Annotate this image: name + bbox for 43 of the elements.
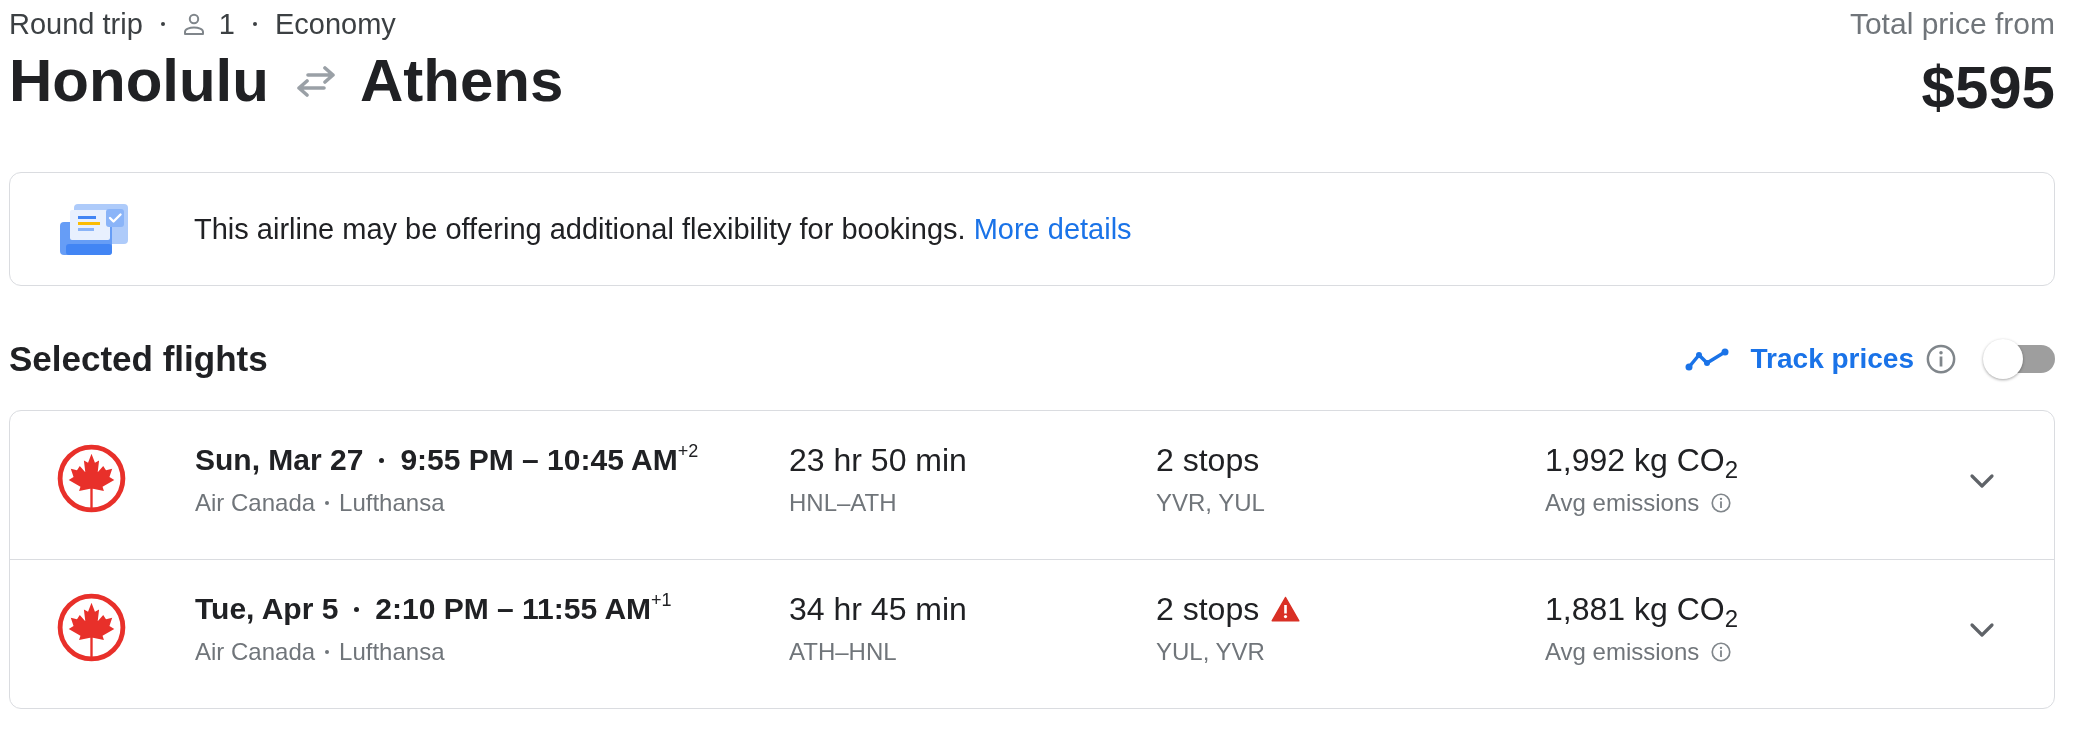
- maple-leaf-icon: [57, 444, 126, 513]
- departure-date: Sun, Mar 27: [195, 442, 364, 478]
- cards-check-icon: [60, 203, 128, 255]
- emissions-label: Avg emissions: [1545, 488, 1700, 518]
- airline-name: Lufthansa: [339, 488, 445, 518]
- notice-text: This airline may be offering additional flexibility for bookings. More details: [194, 212, 1132, 247]
- flight-route: HNL–ATH: [789, 488, 897, 518]
- info-icon[interactable]: [1926, 344, 1956, 374]
- track-prices-switch[interactable]: [1983, 339, 2055, 379]
- total-price: $595: [1921, 56, 2055, 120]
- layover-airports: YUL, YVR: [1156, 637, 1265, 667]
- chevron-down-icon[interactable]: [1969, 622, 1995, 639]
- airline-name: Air Canada: [195, 637, 316, 667]
- airline-name: Lufthansa: [339, 637, 445, 667]
- flight-times: 2:10 PM – 11:55 AM$^{+1}$: [375, 590, 672, 627]
- flight-route: ATH–HNL: [789, 637, 897, 667]
- emissions-label: Avg emissions: [1545, 637, 1700, 667]
- emissions-amount: 1,881 kg CO$_{2}$: [1545, 590, 1738, 628]
- destination-city: Athens: [359, 46, 564, 116]
- layover-airports: YVR, YUL: [1156, 488, 1265, 518]
- info-icon[interactable]: [1711, 642, 1732, 662]
- departure-date: Tue, Apr 5: [195, 591, 339, 627]
- price-label: Total price from: [1849, 7, 2055, 41]
- trend-line-icon: [1684, 347, 1729, 371]
- info-icon[interactable]: [1711, 493, 1732, 513]
- emissions-amount: 1,992 kg CO$_{2}$: [1545, 441, 1738, 479]
- person-icon: [182, 13, 205, 35]
- section-title: Selected flights: [9, 339, 268, 379]
- flight-times: 9:55 PM – 10:45 AM$^{+2}$: [400, 441, 699, 478]
- passenger-count: 1: [218, 7, 235, 41]
- origin-city: Honolulu: [9, 46, 269, 116]
- chevron-down-icon[interactable]: [1969, 473, 1995, 490]
- track-prices-label: Track prices: [1750, 342, 1914, 376]
- flight-duration: 23 hr 50 min: [789, 441, 967, 479]
- flight-duration: 34 hr 45 min: [789, 590, 967, 628]
- trip-type: Round trip: [9, 7, 143, 41]
- stops-count: 2 stops: [1156, 441, 1260, 479]
- airline-name: Air Canada: [195, 488, 316, 518]
- swap-arrows-icon: [295, 65, 336, 97]
- cabin-class: Economy: [274, 7, 396, 41]
- more-details-link[interactable]: More details: [973, 213, 1132, 245]
- maple-leaf-icon: [57, 593, 126, 662]
- stops-count: 2 stops: [1156, 590, 1260, 628]
